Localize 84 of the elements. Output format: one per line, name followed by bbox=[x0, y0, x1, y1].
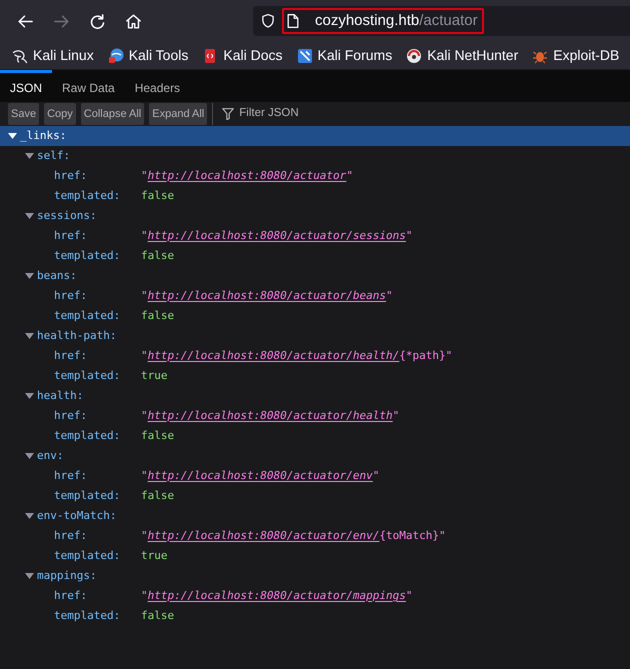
url-link[interactable]: http://localhost:8080/actuator/mappings bbox=[148, 588, 406, 602]
square-logo-icon bbox=[296, 48, 313, 64]
key-label: health: bbox=[37, 388, 84, 404]
key-label: env-toMatch: bbox=[37, 508, 116, 524]
key-label: templated: bbox=[54, 548, 120, 564]
url-link[interactable]: http://localhost:8080/actuator/health bbox=[148, 408, 393, 422]
caret-down-icon[interactable] bbox=[24, 213, 34, 219]
key-label: health-path: bbox=[37, 328, 116, 344]
url-link[interactable]: http://localhost:8080/actuator/sessions bbox=[148, 228, 406, 242]
key-label: href: bbox=[54, 408, 88, 424]
url-link[interactable]: http://localhost:8080/actuator/env bbox=[148, 468, 373, 482]
ring-logo-icon bbox=[406, 48, 422, 64]
caret-down-icon[interactable] bbox=[24, 153, 34, 159]
key-label: templated: bbox=[54, 608, 120, 624]
home-icon[interactable] bbox=[126, 14, 140, 28]
url-link[interactable]: http://localhost:8080/actuator/health/ bbox=[148, 348, 400, 362]
string-value: "http://localhost:8080/actuator/mappings" bbox=[141, 588, 413, 604]
boolean-value: true bbox=[141, 368, 168, 384]
caret-down-icon[interactable] bbox=[8, 133, 16, 139]
boolean-value: false bbox=[141, 308, 174, 324]
url-text: cozyhosting.htb/actuator bbox=[315, 10, 478, 31]
caret-down-icon[interactable] bbox=[24, 333, 34, 339]
selected-row[interactable]: _links: bbox=[0, 126, 630, 146]
toolbar-button[interactable]: Save bbox=[8, 103, 40, 125]
key-label: self: bbox=[37, 148, 70, 164]
string-value: "http://localhost:8080/actuator" bbox=[141, 168, 353, 184]
caret-down-icon[interactable] bbox=[24, 273, 34, 279]
page-icon bbox=[287, 14, 299, 28]
key-label: sessions: bbox=[37, 208, 97, 224]
swirl-logo-icon bbox=[12, 48, 28, 64]
caret-down-icon[interactable] bbox=[24, 573, 34, 579]
viewer-tab[interactable]: Headers bbox=[124, 70, 190, 102]
caret-down-icon[interactable] bbox=[24, 393, 34, 399]
key-label: href: bbox=[54, 348, 88, 364]
bookmark-link[interactable]: Kali Docs bbox=[202, 45, 283, 66]
boolean-value: false bbox=[141, 248, 174, 264]
boolean-value: true bbox=[141, 548, 168, 564]
key-label: href: bbox=[54, 588, 88, 604]
toolbar-button[interactable]: Collapse All bbox=[80, 103, 144, 125]
key-label: href: bbox=[54, 168, 88, 184]
caret-down-icon[interactable] bbox=[24, 513, 34, 519]
string-value: "http://localhost:8080/actuator/health" bbox=[141, 408, 400, 424]
toolbar-button[interactable]: Expand All bbox=[149, 103, 208, 125]
boolean-value: false bbox=[141, 188, 174, 204]
string-value: "http://localhost:8080/actuator/sessions" bbox=[141, 228, 413, 244]
caret-down-icon[interactable] bbox=[24, 453, 34, 459]
back-icon[interactable] bbox=[18, 14, 32, 28]
key-label: templated: bbox=[54, 368, 120, 384]
round-logo-icon bbox=[108, 48, 124, 64]
filter-icon bbox=[222, 108, 234, 120]
key-label: href: bbox=[54, 468, 88, 484]
key-label: env: bbox=[37, 448, 64, 464]
shield-icon[interactable] bbox=[262, 14, 274, 28]
boolean-value: false bbox=[141, 608, 174, 624]
key-label: href: bbox=[54, 288, 88, 304]
url-link[interactable]: http://localhost:8080/actuator bbox=[148, 168, 346, 182]
string-value: "http://localhost:8080/actuator/health/{*path}" bbox=[141, 348, 452, 364]
viewer-tab[interactable]: Raw Data bbox=[52, 70, 125, 102]
key-label: templated: bbox=[54, 428, 120, 444]
string-value: "http://localhost:8080/actuator/env" bbox=[141, 468, 380, 484]
key-label: templated: bbox=[54, 248, 120, 264]
toolbar-button[interactable]: Copy bbox=[44, 103, 76, 125]
filter-field[interactable]: Filter JSON bbox=[239, 105, 630, 123]
url-link[interactable]: http://localhost:8080/actuator/beans bbox=[148, 288, 386, 302]
key-label: templated: bbox=[54, 188, 120, 204]
key-label: beans: bbox=[37, 268, 77, 284]
bookmark-link[interactable]: Kali Forums bbox=[296, 45, 392, 66]
bookmark-link[interactable]: Kali Tools bbox=[108, 45, 188, 66]
key-label: templated: bbox=[54, 488, 120, 504]
key-label: _links: bbox=[20, 128, 66, 144]
key-label: templated: bbox=[54, 308, 120, 324]
bookmark-link[interactable]: Kali NetHunter bbox=[406, 45, 518, 66]
reload-icon[interactable] bbox=[90, 14, 104, 28]
bookmark-link[interactable]: Exploit-DB bbox=[532, 45, 620, 66]
address-bar[interactable]: cozyhosting.htb/actuator bbox=[253, 6, 630, 36]
string-value: "http://localhost:8080/actuator/env/{toMatch}" bbox=[141, 528, 446, 544]
url-link[interactable]: http://localhost:8080/actuator/env/ bbox=[148, 528, 380, 542]
boolean-value: false bbox=[141, 488, 174, 504]
string-value: "http://localhost:8080/actuator/beans" bbox=[141, 288, 393, 304]
key-label: href: bbox=[54, 528, 88, 544]
bookmark-link[interactable]: Kali Linux bbox=[12, 45, 94, 66]
key-label: href: bbox=[54, 228, 88, 244]
boolean-value: false bbox=[141, 428, 174, 444]
key-label: mappings: bbox=[37, 568, 97, 584]
